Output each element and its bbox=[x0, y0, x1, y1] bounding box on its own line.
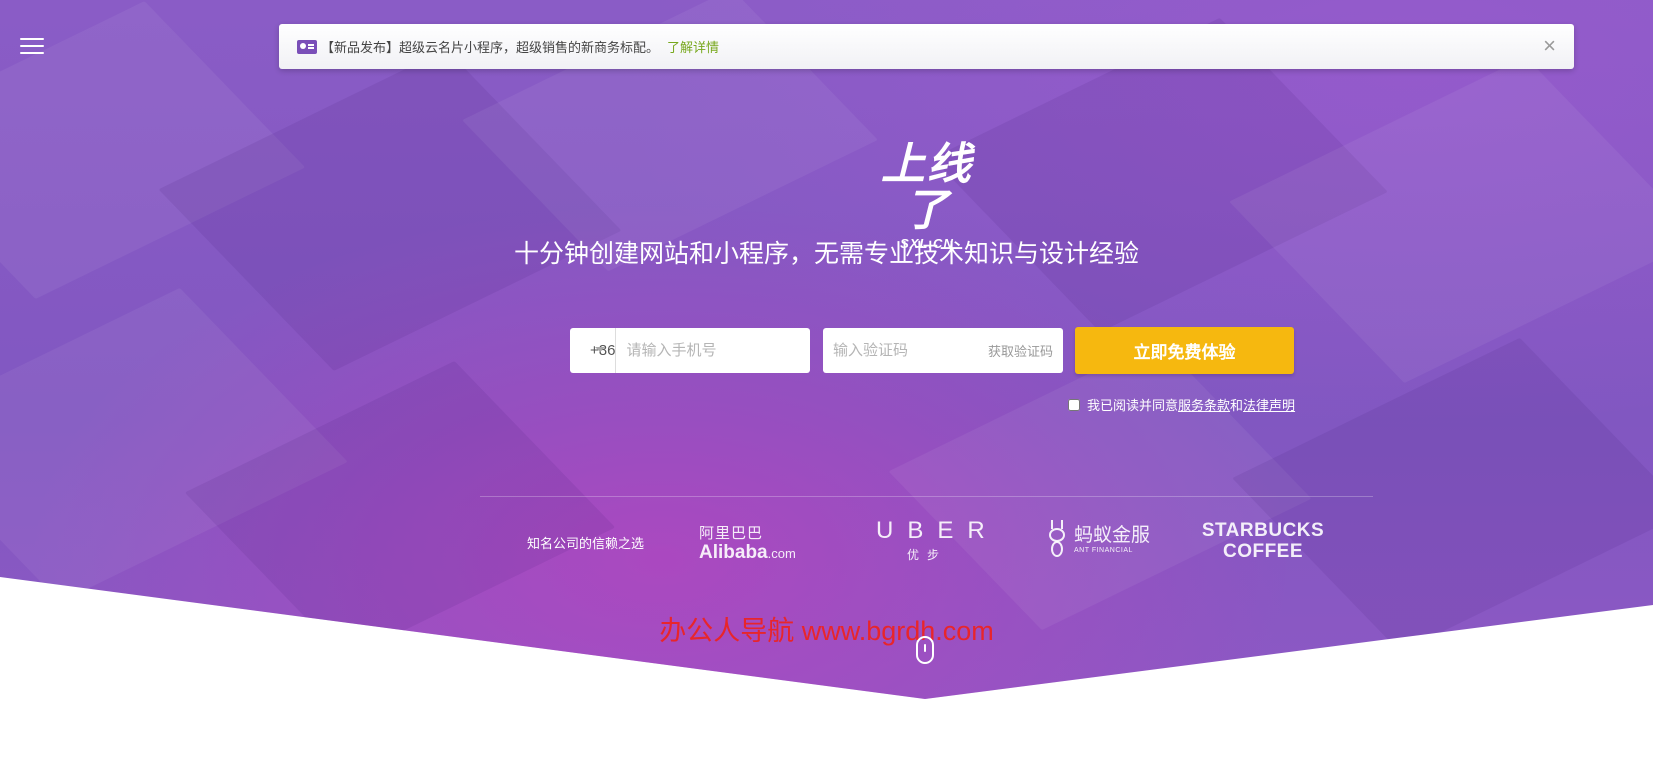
announcement-text: 【新品发布】超级云名片小程序，超级销售的新商务标配。 bbox=[321, 40, 660, 55]
menu-bar bbox=[20, 45, 44, 47]
business-card-icon bbox=[297, 39, 317, 54]
menu-bar bbox=[20, 52, 44, 54]
ant-body bbox=[1051, 541, 1063, 557]
ant-financial-logo: 蚂蚁金服 ANT FINANCIAL bbox=[1044, 520, 1150, 558]
ant-icon bbox=[1044, 520, 1070, 558]
alibaba-suffix-text: .com bbox=[767, 546, 796, 561]
country-code-select[interactable]: +86 bbox=[570, 328, 617, 373]
code-field-group: 获取验证码 bbox=[823, 327, 1063, 374]
close-icon[interactable]: × bbox=[1543, 35, 1556, 57]
uber-cn-text: 优步 bbox=[906, 548, 947, 562]
agreement-row: 我已阅读并同意 服务条款 和 法律声明 bbox=[1068, 395, 1295, 414]
ant-text-group: 蚂蚁金服 ANT FINANCIAL bbox=[1074, 525, 1150, 554]
uber-en-text: UBER bbox=[876, 517, 999, 544]
learn-more-link[interactable]: 了解详情 bbox=[667, 37, 719, 56]
agreement-prefix: 我已阅读并同意 bbox=[1087, 398, 1179, 413]
phone-field-group: +86 bbox=[570, 327, 828, 374]
free-trial-button[interactable]: 立即免费体验 bbox=[1075, 327, 1294, 374]
alibaba-cn-text: 阿里巴巴 bbox=[699, 525, 764, 542]
alibaba-logo: 阿里巴巴 Alibaba.com bbox=[699, 522, 819, 564]
scroll-down-icon[interactable] bbox=[916, 636, 934, 664]
menu-bar bbox=[20, 38, 44, 40]
starbucks-line-1: STARBUCKS bbox=[1201, 520, 1325, 541]
ant-cn-text: 蚂蚁金服 bbox=[1074, 524, 1151, 546]
agreement-and: 和 bbox=[1230, 398, 1244, 413]
starbucks-logo: STARBUCKS COFFEE bbox=[1198, 520, 1328, 562]
starbucks-line-2: COFFEE bbox=[1222, 541, 1304, 562]
alibaba-en-text: Alibaba bbox=[699, 542, 768, 563]
ant-en-text: ANT FINANCIAL bbox=[1074, 546, 1133, 554]
legal-link[interactable]: 法律声明 bbox=[1243, 395, 1295, 414]
trusted-label: 知名公司的信赖之选 bbox=[527, 536, 645, 551]
announcement-banner: 【新品发布】超级云名片小程序，超级销售的新商务标配。 了解详情 × bbox=[279, 24, 1574, 69]
phone-input[interactable] bbox=[616, 327, 828, 374]
watermark: 办公人导航 www.bgrdh.com bbox=[659, 616, 994, 646]
divider bbox=[480, 496, 1373, 497]
get-code-button[interactable]: 获取验证码 bbox=[988, 341, 1053, 360]
alibaba-en-line: Alibaba.com bbox=[699, 543, 819, 564]
caret-down-icon bbox=[595, 347, 606, 352]
logo-main-text: 上线了 bbox=[881, 139, 973, 236]
menu-icon[interactable] bbox=[20, 38, 44, 56]
verification-code-input[interactable] bbox=[823, 327, 975, 374]
tagline: 十分钟创建网站和小程序，无需专业技术知识与设计经验 bbox=[513, 240, 1139, 268]
agree-checkbox[interactable] bbox=[1068, 398, 1080, 411]
ant-head bbox=[1049, 528, 1065, 542]
terms-link[interactable]: 服务条款 bbox=[1178, 395, 1230, 414]
uber-logo: UBER 优步 bbox=[864, 518, 990, 563]
background-tile bbox=[1232, 337, 1653, 653]
